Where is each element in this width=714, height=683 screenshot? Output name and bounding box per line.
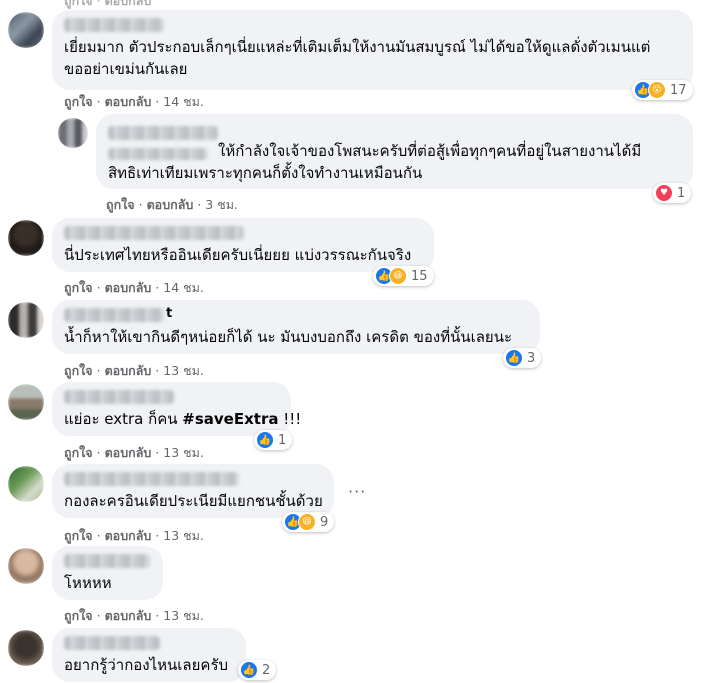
comment-meta: ถูกใจ · ตอบกลับ · 14 ชม. <box>64 280 204 295</box>
like-reaction-icon: 👍 <box>256 431 274 449</box>
comment-bubble: กองละครอินเดียประเนียมีแยกชนชั้นด้วย <box>52 464 334 518</box>
reply-link[interactable]: ตอบกลับ <box>105 363 152 378</box>
reply-link[interactable]: ตอบกลับ <box>105 528 152 543</box>
like-reaction-icon: 👍 <box>240 661 258 679</box>
like-link[interactable]: ถูกใจ <box>64 445 93 460</box>
reaction-count: 1 <box>278 432 287 448</box>
like-link[interactable]: ถูกใจ <box>64 280 93 295</box>
commenter-name[interactable] <box>64 18 164 32</box>
comment-text: กองละครอินเดียประเนียมีแยกชนชั้นด้วย <box>64 492 323 510</box>
reply-link[interactable]: ตอบกลับ <box>105 0 152 8</box>
more-options-icon[interactable]: ··· <box>348 482 366 501</box>
commenter-name[interactable] <box>64 554 150 568</box>
reply-link[interactable]: ตอบกลับ <box>105 94 152 109</box>
comment-text: โหหหห <box>64 574 112 592</box>
like-reaction-icon: 👍 <box>505 349 523 367</box>
timestamp[interactable]: 13 ชม. <box>163 528 204 543</box>
reaction-summary[interactable]: 👍 😆 9 <box>282 512 335 532</box>
reply-link[interactable]: ตอบกลับ <box>105 280 152 295</box>
comment-meta: ถูกใจ · ตอบกลับ · 13 ชม. <box>64 608 204 623</box>
comment-text: อยากรู้ว่ากองไหนเลยครับ <box>64 656 229 674</box>
comment-bubble: นี่ประเทศไทยหรืออินเดียครับเนี่ยยย แบ่งว… <box>52 218 434 272</box>
timestamp[interactable]: 13 ชม. <box>163 445 204 460</box>
comment-meta: ถูกใจ · ตอบกลับ · 13 ชม. <box>64 445 204 460</box>
comment-text: นี่ประเทศไทยหรืออินเดียครับเนี่ยยย แบ่งว… <box>64 246 412 264</box>
like-link[interactable]: ถูกใจ <box>64 0 93 8</box>
reaction-count: 9 <box>320 514 329 530</box>
like-link[interactable]: ถูกใจ <box>64 94 93 109</box>
avatar[interactable] <box>8 630 44 666</box>
timestamp[interactable]: 13 ชม. <box>163 608 204 623</box>
comment-text: สิทธิเท่าเทียมเพราะทุกคนก็ตั้งใจทำงานเหม… <box>108 164 423 182</box>
comment-meta: ถูกใจ · ตอบกลับ · 3 ชม. <box>106 197 238 212</box>
comment-meta: ถูกใจ · ตอบกลับ · 13 ชม. <box>64 528 204 543</box>
comment-bubble: อยากรู้ว่ากองไหนเลยครับ <box>52 628 246 682</box>
comment-bubble: เยี่ยมมาก ตัวประกอบเล็กๆเนี่ยแหล่ะที่เติ… <box>52 10 693 90</box>
reaction-summary[interactable]: 👍 1 <box>254 430 293 450</box>
hashtag-link[interactable]: #saveExtra <box>182 410 278 428</box>
reply-link[interactable]: ตอบกลับ <box>105 608 152 623</box>
comment-meta: ถูกใจ · ตอบกลับ · 13 ชม. <box>64 363 204 378</box>
avatar[interactable] <box>8 466 44 502</box>
haha-reaction-icon: 😆 <box>298 513 316 531</box>
reaction-summary[interactable]: 👍 3 <box>503 348 542 368</box>
reaction-count: 1 <box>677 185 686 201</box>
commenter-name[interactable] <box>64 472 239 486</box>
reaction-summary[interactable]: 👍 😆 15 <box>373 266 434 286</box>
reaction-summary[interactable]: 👍 2 <box>238 660 277 680</box>
commenter-name[interactable] <box>64 636 160 650</box>
comment-text: เยี่ยมมาก ตัวประกอบเล็กๆเนี่ยแหล่ะที่เติ… <box>64 38 651 56</box>
haha-reaction-icon: 😆 <box>389 267 407 285</box>
like-link[interactable]: ถูกใจ <box>106 197 135 212</box>
commenter-name[interactable] <box>64 390 174 404</box>
timestamp[interactable]: 14 ชม. <box>163 280 204 295</box>
avatar[interactable] <box>8 220 44 256</box>
comment-bubble: ให้กำลังใจเจ้าของโพสนะครับที่ต่อสู้เพื่อ… <box>96 114 693 189</box>
comment-text: ขออย่าเขม่นกันเลย <box>64 60 188 78</box>
avatar[interactable] <box>58 118 88 148</box>
like-link[interactable]: ถูกใจ <box>64 608 93 623</box>
reaction-count: 15 <box>411 268 428 284</box>
avatar[interactable] <box>8 548 44 584</box>
reaction-count: 17 <box>670 82 687 98</box>
like-link[interactable]: ถูกใจ <box>64 528 93 543</box>
comment-text: น้ำก็หาให้เขากินดีๆหน่อยก็ได้ นะ มันบงบอ… <box>64 328 513 346</box>
commenter-name[interactable] <box>108 126 218 140</box>
avatar[interactable] <box>8 12 44 48</box>
reaction-summary[interactable]: ♥ 1 <box>653 183 692 203</box>
comment-text: แย่อะ extra ก็คน #saveExtra !!! <box>64 410 302 428</box>
timestamp[interactable]: 3 ชม. <box>205 197 238 212</box>
reaction-summary[interactable]: 👍 😮 17 <box>632 80 693 100</box>
reply-link[interactable]: ตอบกลับ <box>147 197 194 212</box>
love-reaction-icon: ♥ <box>655 184 673 202</box>
commenter-name[interactable] <box>64 226 244 240</box>
reply-link[interactable]: ตอบกลับ <box>105 445 152 460</box>
reaction-count: 3 <box>527 350 536 366</box>
commenter-name <box>108 148 208 160</box>
like-link[interactable]: ถูกใจ <box>64 363 93 378</box>
timestamp[interactable]: 13 ชม. <box>163 363 204 378</box>
comment-meta: ถูกใจ · ตอบกลับ · 14 ชม. <box>64 94 204 109</box>
comment-bubble: โหหหห <box>52 546 163 600</box>
commenter-name-fragment: t <box>166 306 173 321</box>
timestamp[interactable]: 14 ชม. <box>163 94 204 109</box>
reaction-count: 2 <box>262 662 271 678</box>
avatar[interactable] <box>8 302 44 338</box>
avatar[interactable] <box>8 384 44 420</box>
comment-bubble: แย่อะ extra ก็คน #saveExtra !!! <box>52 382 302 436</box>
commenter-name[interactable] <box>64 308 164 322</box>
wow-reaction-icon: 😮 <box>648 81 666 99</box>
comment-bubble: t น้ำก็หาให้เขากินดีๆหน่อยก็ได้ นะ มันบง… <box>52 300 540 354</box>
